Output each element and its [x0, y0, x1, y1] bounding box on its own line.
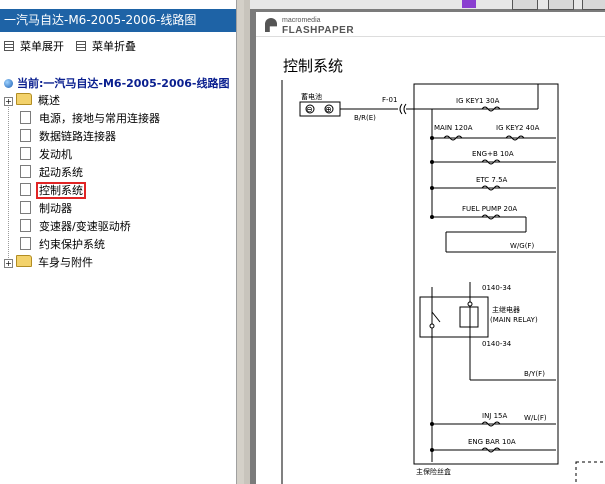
tree-item-label: 起动系统: [39, 166, 83, 179]
tree-item-brakes[interactable]: 制动器: [4, 200, 73, 217]
document-icon: [20, 129, 31, 142]
viewer-toolbar: [250, 0, 605, 10]
folder-icon: [16, 255, 32, 267]
globe-icon: [4, 79, 13, 88]
nav-title-bar: 一汽马自达-M6-2005-2006-线路图: [0, 9, 236, 32]
document-icon: [20, 147, 31, 160]
list-icon: [76, 41, 86, 51]
toolbar-button[interactable]: [512, 0, 538, 10]
expand-menu-button[interactable]: 菜单展开: [4, 40, 64, 54]
collapse-menu-button[interactable]: 菜单折叠: [76, 40, 136, 54]
flashpaper-viewer[interactable]: macromedia FLASHPAPER 控制系统 蓄电池 B/R(E) F-…: [250, 0, 605, 484]
document-icon: [20, 219, 31, 232]
wire-label-wl: W/L(F): [524, 414, 547, 422]
fuse-label: IG KEY1 30A: [456, 97, 500, 105]
collapse-menu-label: 菜单折叠: [92, 40, 136, 53]
document-page: macromedia FLASHPAPER 控制系统 蓄电池 B/R(E) F-…: [256, 12, 605, 484]
expand-menu-label: 菜单展开: [20, 40, 64, 53]
arrow-icon[interactable]: [462, 0, 476, 8]
tree-item-label: 变速器/变速驱动桥: [39, 220, 131, 233]
fuse-label: ENG BAR 10A: [468, 438, 516, 446]
relay-label-en: (MAIN RELAY): [490, 316, 538, 324]
toolbar-button[interactable]: [548, 0, 574, 10]
fuse-label: ENG+B 10A: [472, 150, 514, 158]
tree-item-engine[interactable]: 发动机: [4, 146, 73, 163]
tree-item-label-selected: 控制系统: [36, 182, 86, 199]
connector-label-top: 0140-34: [482, 284, 512, 292]
relay-label-cn: 主继电器: [492, 305, 520, 314]
wire-label-by: B/Y(F): [524, 370, 545, 378]
tree-item-data-link-connector[interactable]: 数据链路连接器: [4, 128, 117, 145]
tree-item-body-accessories[interactable]: + 车身与附件: [4, 254, 94, 271]
tree-item-control-system[interactable]: 控制系统: [4, 182, 86, 199]
list-icon: [4, 41, 14, 51]
wiring-schematic: 蓄电池 B/R(E) F-01 IG KEY1 30A MAIN 120A IG…: [281, 80, 605, 484]
folder-icon: [16, 93, 32, 105]
fuse-label: IG KEY2 40A: [496, 124, 540, 132]
fuse-label: MAIN 120A: [434, 124, 473, 132]
navigation-pane: 一汽马自达-M6-2005-2006-线路图 菜单展开 菜单折叠 当前:一汽马自…: [0, 0, 243, 484]
tree-item-label: 电源，接地与常用连接器: [39, 112, 160, 125]
tree-item-label: 约束保护系统: [39, 238, 105, 251]
tree-item-label: 发动机: [39, 148, 72, 161]
tree-root-current[interactable]: 当前:一汽马自达-M6-2005-2006-线路图: [4, 75, 230, 91]
tree-item-starting-system[interactable]: 起动系统: [4, 164, 84, 181]
tree-item-label: 车身与附件: [38, 256, 93, 269]
wire-label-br: B/R(E): [354, 114, 376, 122]
battery-plus: ⊕: [325, 105, 332, 114]
battery-minus: ⊖: [306, 105, 313, 114]
connector-label-bottom: 0140-34: [482, 340, 512, 348]
tree-root-label: 当前:一汽马自达-M6-2005-2006-线路图: [17, 77, 230, 90]
fuse-label: ETC 7.5A: [476, 176, 508, 184]
document-icon: [20, 183, 31, 196]
tree-item-power-ground[interactable]: 电源，接地与常用连接器: [4, 110, 161, 127]
document-icon: [20, 201, 31, 214]
fuse-label: INJ 15A: [482, 412, 507, 420]
wire-label-wg: W/G(F): [510, 242, 534, 250]
document-icon: [20, 165, 31, 178]
document-icon: [20, 111, 31, 124]
expand-plus-icon[interactable]: +: [4, 97, 13, 106]
toolbar-button[interactable]: [582, 0, 605, 10]
tree-item-restraint-system[interactable]: 约束保护系统: [4, 236, 106, 253]
connector-label: F-01: [382, 96, 397, 104]
expand-plus-icon[interactable]: +: [4, 259, 13, 268]
document-icon: [20, 237, 31, 250]
tree-item-label: 概述: [38, 94, 60, 107]
tree-item-transmission[interactable]: 变速器/变速驱动桥: [4, 218, 132, 235]
tree-item-label: 数据链路连接器: [39, 130, 116, 143]
tree-item-label: 制动器: [39, 202, 72, 215]
tree-item-overview[interactable]: + 概述: [4, 92, 61, 109]
fuse-box-label: 主保险丝盒: [416, 467, 451, 476]
fuse-label: FUEL PUMP 20A: [462, 205, 517, 213]
fuse-box-outline: [413, 83, 559, 465]
battery-label: 蓄电池: [301, 92, 322, 101]
